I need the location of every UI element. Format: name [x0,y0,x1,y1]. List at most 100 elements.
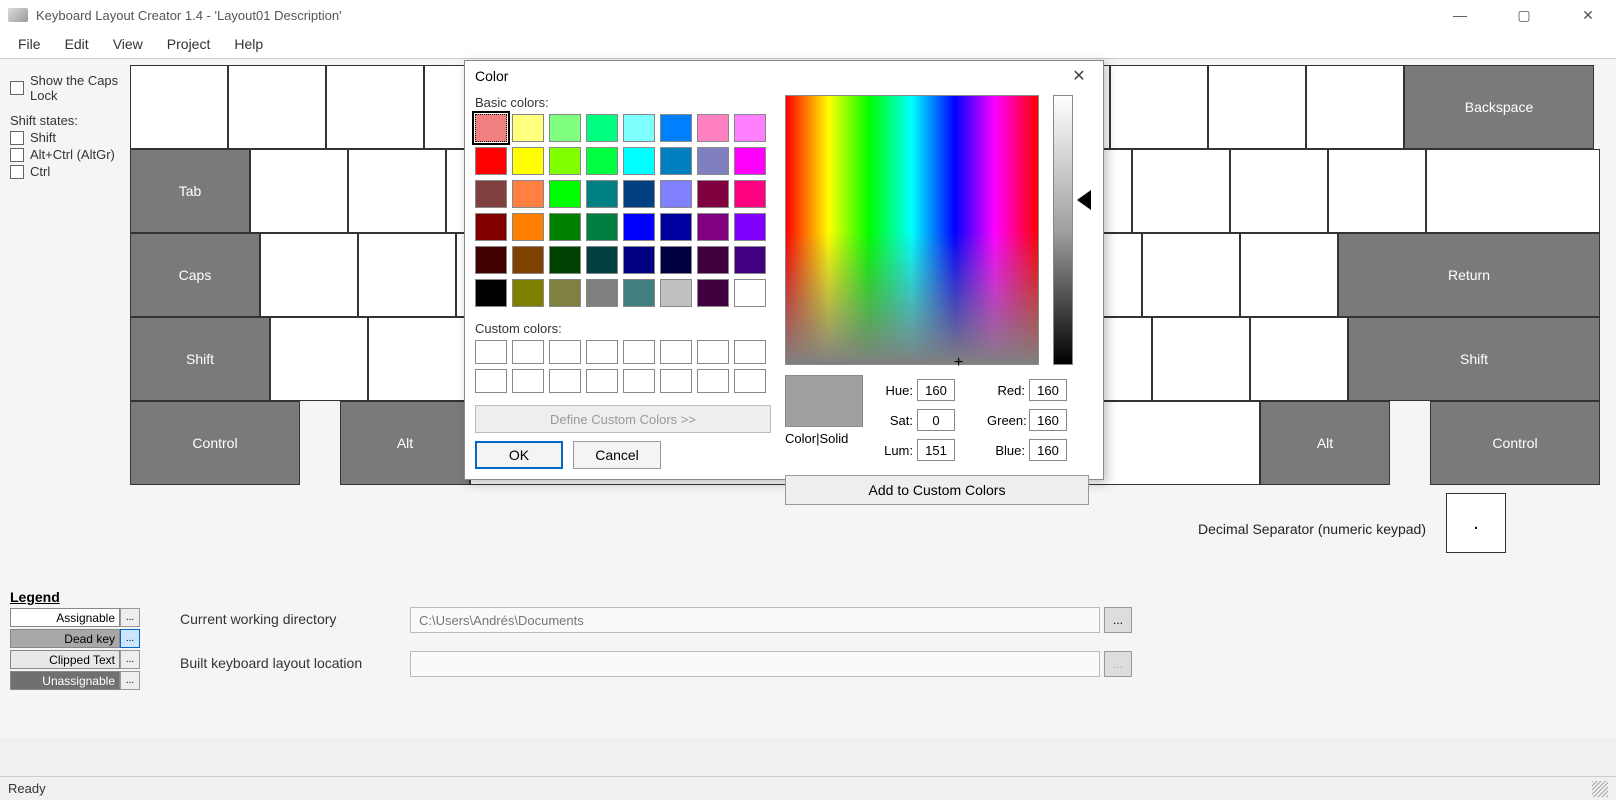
key-return[interactable]: Return [1338,233,1600,317]
key[interactable] [1142,233,1240,317]
sat-input[interactable] [917,409,955,431]
custom-color-swatch[interactable] [512,340,544,364]
basic-color-swatch[interactable] [660,180,692,208]
menu-edit[interactable]: Edit [55,32,99,56]
key[interactable] [326,65,424,149]
basic-color-swatch[interactable] [512,213,544,241]
custom-color-swatch[interactable] [586,340,618,364]
red-input[interactable] [1029,379,1067,401]
hue-input[interactable] [917,379,955,401]
cwd-browse-btn[interactable]: ... [1104,607,1132,633]
key[interactable] [348,149,446,233]
key[interactable] [270,317,368,401]
basic-color-swatch[interactable] [475,114,507,142]
basic-color-swatch[interactable] [697,279,729,307]
basic-color-swatch[interactable] [512,279,544,307]
key-ctrl-right[interactable]: Control [1430,401,1600,485]
minimize-button[interactable]: — [1440,7,1480,24]
basic-color-swatch[interactable] [586,213,618,241]
cancel-button[interactable]: Cancel [573,441,661,469]
ok-button[interactable]: OK [475,441,563,469]
add-to-custom-button[interactable]: Add to Custom Colors [785,475,1089,505]
key[interactable] [1250,317,1348,401]
basic-color-swatch[interactable] [697,246,729,274]
key-ctrl-left[interactable]: Control [130,401,300,485]
custom-color-swatch[interactable] [660,369,692,393]
key[interactable] [130,65,228,149]
custom-color-swatch[interactable] [623,340,655,364]
key[interactable] [358,233,456,317]
basic-color-swatch[interactable] [660,246,692,274]
basic-color-swatch[interactable] [475,279,507,307]
checkbox-show-caps[interactable] [10,81,24,95]
key[interactable] [1152,317,1250,401]
basic-color-swatch[interactable] [475,213,507,241]
basic-color-swatch[interactable] [660,114,692,142]
key[interactable] [1230,149,1328,233]
key[interactable] [1426,149,1600,233]
key[interactable] [228,65,326,149]
basic-color-swatch[interactable] [586,279,618,307]
key[interactable] [250,149,348,233]
basic-color-swatch[interactable] [549,147,581,175]
key[interactable] [1328,149,1426,233]
blue-input[interactable] [1029,439,1067,461]
basic-color-swatch[interactable] [623,213,655,241]
key-decimal[interactable]: . [1446,493,1506,553]
custom-color-swatch[interactable] [549,340,581,364]
key[interactable] [1110,65,1208,149]
built-input[interactable] [410,651,1100,677]
custom-color-swatch[interactable] [586,369,618,393]
basic-color-swatch[interactable] [512,246,544,274]
basic-color-swatch[interactable] [549,180,581,208]
basic-color-swatch[interactable] [512,147,544,175]
green-input[interactable] [1029,409,1067,431]
basic-color-swatch[interactable] [512,180,544,208]
menu-project[interactable]: Project [157,32,221,56]
basic-color-swatch[interactable] [697,213,729,241]
basic-color-swatch[interactable] [623,114,655,142]
basic-color-swatch[interactable] [549,279,581,307]
lum-input[interactable] [917,439,955,461]
basic-color-swatch[interactable] [475,147,507,175]
basic-color-swatch[interactable] [660,213,692,241]
custom-color-swatch[interactable] [549,369,581,393]
basic-color-swatch[interactable] [586,246,618,274]
key[interactable] [368,317,466,401]
cwd-input[interactable] [410,607,1100,633]
basic-color-swatch[interactable] [623,147,655,175]
basic-color-swatch[interactable] [623,180,655,208]
basic-color-swatch[interactable] [475,246,507,274]
basic-color-swatch[interactable] [660,147,692,175]
key[interactable] [1208,65,1306,149]
basic-color-swatch[interactable] [623,246,655,274]
luminance-slider[interactable] [1053,95,1073,365]
basic-color-swatch[interactable] [734,180,766,208]
custom-color-swatch[interactable] [734,340,766,364]
basic-color-swatch[interactable] [512,114,544,142]
custom-color-swatch[interactable] [623,369,655,393]
menu-view[interactable]: View [103,32,153,56]
legend-clipped-btn[interactable]: ... [120,650,140,669]
key-alt-right[interactable]: Alt [1260,401,1390,485]
basic-color-swatch[interactable] [660,279,692,307]
custom-color-swatch[interactable] [475,369,507,393]
basic-color-swatch[interactable] [549,246,581,274]
basic-color-swatch[interactable] [734,114,766,142]
menu-file[interactable]: File [8,32,51,56]
checkbox-altgr[interactable] [10,148,24,162]
basic-color-swatch[interactable] [697,147,729,175]
close-button[interactable]: ✕ [1568,7,1608,24]
checkbox-shift[interactable] [10,131,24,145]
basic-color-swatch[interactable] [734,246,766,274]
key-caps[interactable]: Caps [130,233,260,317]
basic-color-swatch[interactable] [697,180,729,208]
key-shift-left[interactable]: Shift [130,317,270,401]
color-gradient[interactable]: + [785,95,1039,365]
key[interactable] [260,233,358,317]
basic-color-swatch[interactable] [549,213,581,241]
custom-color-swatch[interactable] [512,369,544,393]
custom-color-swatch[interactable] [734,369,766,393]
key[interactable] [1132,149,1230,233]
key-shift-right[interactable]: Shift [1348,317,1600,401]
